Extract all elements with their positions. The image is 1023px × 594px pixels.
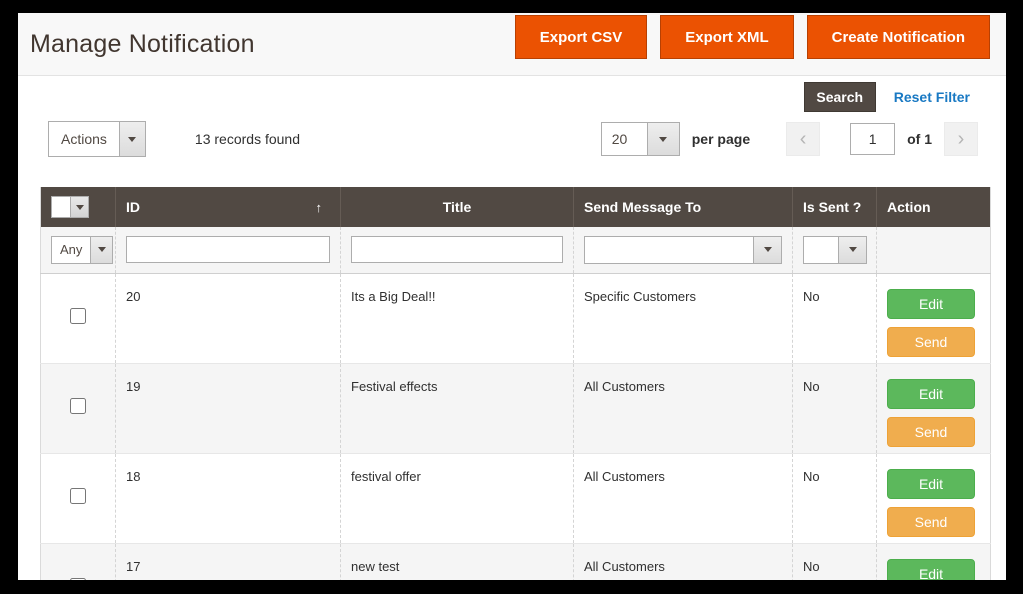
cell-is-sent: No xyxy=(793,543,877,580)
column-header-id-label: ID xyxy=(126,199,140,215)
screenshot-frame: Manage Notification Export CSV Export XM… xyxy=(0,0,1023,594)
row-checkbox[interactable] xyxy=(70,578,86,581)
page-header: Manage Notification Export CSV Export XM… xyxy=(18,13,1006,76)
row-checkbox[interactable] xyxy=(70,488,86,504)
table-row: 19 Festival effects All Customers No Edi… xyxy=(41,363,991,453)
send-message-to-filter-select[interactable] xyxy=(584,236,782,264)
cell-is-sent: No xyxy=(793,453,877,543)
mass-select-mode-label: Any xyxy=(52,237,90,263)
search-row: Search Reset Filter xyxy=(18,82,1006,112)
actions-dropdown-label: Actions xyxy=(49,122,119,156)
cell-title: festival offer xyxy=(341,453,574,543)
per-page-label: per page xyxy=(692,131,750,147)
cell-is-sent: No xyxy=(793,273,877,363)
cell-send-message-to: All Customers xyxy=(574,453,793,543)
cell-title: Festival effects xyxy=(341,363,574,453)
select-all-checkbox[interactable] xyxy=(51,196,71,218)
chevron-down-icon[interactable] xyxy=(838,237,866,263)
mass-select-mode-dropdown[interactable]: Any xyxy=(51,236,113,264)
cell-id: 19 xyxy=(116,363,341,453)
edit-button[interactable]: Edit xyxy=(887,379,975,409)
search-button[interactable]: Search xyxy=(804,82,876,112)
is-sent-filter-cell xyxy=(793,227,877,273)
chevron-down-icon[interactable] xyxy=(753,237,781,263)
cell-send-message-to: Specific Customers xyxy=(574,273,793,363)
send-button[interactable]: Send xyxy=(887,507,975,537)
column-header-send-message-to[interactable]: Send Message To xyxy=(574,187,793,227)
chevron-down-icon[interactable] xyxy=(647,123,679,155)
notification-grid: ID ↑ Title Send Message To Is Sent ? Act… xyxy=(40,187,990,580)
page-number-input[interactable] xyxy=(850,123,895,155)
select-all-header-cell xyxy=(41,187,116,227)
cell-send-message-to: All Customers xyxy=(574,363,793,453)
chevron-down-icon[interactable] xyxy=(71,196,89,218)
cell-send-message-to: All Customers xyxy=(574,543,793,580)
id-filter-input[interactable] xyxy=(126,236,330,263)
mass-select-filter-cell: Any xyxy=(41,227,116,273)
row-checkbox[interactable] xyxy=(70,308,86,324)
export-csv-button[interactable]: Export CSV xyxy=(515,15,648,59)
create-notification-button[interactable]: Create Notification xyxy=(807,15,990,59)
send-button[interactable]: Send xyxy=(887,417,975,447)
previous-page-button[interactable]: ‹ xyxy=(786,122,820,156)
next-page-button[interactable]: › xyxy=(944,122,978,156)
cell-id: 18 xyxy=(116,453,341,543)
send-message-to-filter-cell xyxy=(574,227,793,273)
page-title: Manage Notification xyxy=(30,30,255,59)
cell-title: Its a Big Deal!! xyxy=(341,273,574,363)
chevron-down-icon[interactable] xyxy=(90,237,112,263)
column-header-is-sent[interactable]: Is Sent ? xyxy=(793,187,877,227)
export-xml-button[interactable]: Export XML xyxy=(660,15,793,59)
send-button[interactable]: Send xyxy=(887,327,975,357)
header-actions: Export CSV Export XML Create Notificatio… xyxy=(515,15,990,59)
select-all-dropdown[interactable] xyxy=(51,196,89,218)
id-filter-cell xyxy=(116,227,341,273)
grid-toolbar: Actions 13 records found 20 per page ‹ o… xyxy=(18,121,1006,157)
action-filter-cell xyxy=(877,227,991,273)
is-sent-filter-select[interactable] xyxy=(803,236,867,264)
edit-button[interactable]: Edit xyxy=(887,559,975,581)
title-filter-cell xyxy=(341,227,574,273)
edit-button[interactable]: Edit xyxy=(887,289,975,319)
edit-button[interactable]: Edit xyxy=(887,469,975,499)
cell-title: new test xyxy=(341,543,574,580)
records-found-text: 13 records found xyxy=(195,131,300,147)
title-filter-input[interactable] xyxy=(351,236,563,263)
sort-ascending-icon[interactable]: ↑ xyxy=(316,200,331,215)
cell-is-sent: No xyxy=(793,363,877,453)
per-page-select[interactable]: 20 xyxy=(601,122,680,156)
manage-notification-page: Manage Notification Export CSV Export XM… xyxy=(18,13,1006,580)
column-header-id[interactable]: ID ↑ xyxy=(116,187,341,227)
table-row: 18 festival offer All Customers No Edit … xyxy=(41,453,991,543)
cell-id: 17 xyxy=(116,543,341,580)
page-count-label: of 1 xyxy=(907,131,932,147)
reset-filter-link[interactable]: Reset Filter xyxy=(894,89,970,105)
per-page-value: 20 xyxy=(602,123,647,155)
chevron-down-icon[interactable] xyxy=(119,122,145,156)
column-header-title[interactable]: Title xyxy=(341,187,574,227)
column-header-action: Action xyxy=(877,187,991,227)
table-row: 17 new test All Customers No Edit Send xyxy=(41,543,991,580)
actions-dropdown[interactable]: Actions xyxy=(48,121,146,157)
pagination-controls: 20 per page ‹ of 1 › xyxy=(601,122,978,156)
grid-header-row: ID ↑ Title Send Message To Is Sent ? Act… xyxy=(41,187,991,227)
table-row: 20 Its a Big Deal!! Specific Customers N… xyxy=(41,273,991,363)
row-checkbox[interactable] xyxy=(70,398,86,414)
grid-filter-row: Any xyxy=(41,227,991,273)
cell-id: 20 xyxy=(116,273,341,363)
